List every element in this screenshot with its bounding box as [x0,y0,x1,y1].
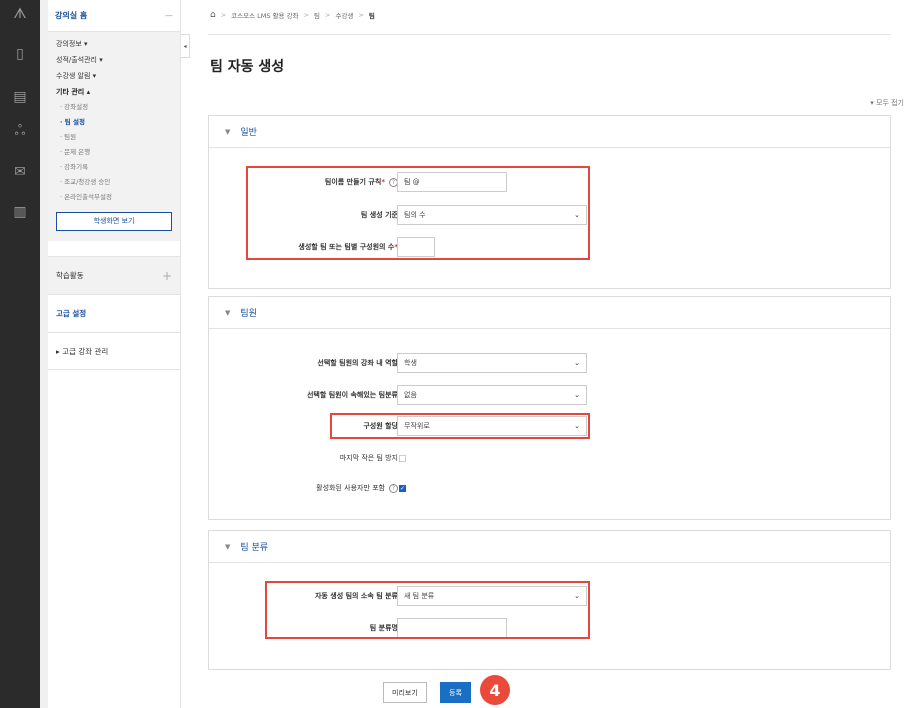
course-sidebar: 강의실 홈 — 강의정보 ▾ 성적/출석관리 ▾ 수강생 알림 ▾ 기타 관리 … [48,0,181,708]
sidebar-sub-course-log[interactable]: · 강좌기록 [48,160,180,175]
advanced-course-management[interactable]: ▸ 고급 강좌 관리 [48,332,180,370]
active-only-checkbox[interactable]: ✓ [399,484,406,492]
highlight-box [246,166,590,260]
role-row: 선택할 팀원의 강좌 내 역할 학생 ⌄ [209,352,892,374]
advanced-settings-link[interactable]: 고급 설정 [48,294,180,332]
members-section: ▼ 팀원 선택할 팀원의 강좌 내 역할 학생 ⌄ 선택할 팀원이 속해있는 팀분… [208,296,891,520]
chevron-down-icon: ▼ [225,127,231,136]
grouping-section: ▼ 팀 분류 자동 생성 팀의 소속 팀 분류 새 팀 분류 ⌄ 팀 분류명 [208,530,891,670]
preview-button[interactable]: 미리보기 [383,682,427,703]
sidebar-sub-attendance-settings[interactable]: · 온라인출석부설정 [48,190,180,205]
icon-navigation-bar: ᗑ ▯ ▤ ஃ ✉ ▥ [0,0,40,708]
general-section: ▼ 일반 팀이름 만들기 규칙*? 팀 @ 팀 생성 기준 팀의 수 ⌄ 생성할 … [208,115,891,289]
mail-icon[interactable]: ✉ [0,160,40,184]
page-title: 팀 자동 생성 [210,59,285,75]
grouping-heading: 팀 분류 [240,543,269,553]
sidebar-item-other-management[interactable]: 기타 관리 ▴ [48,84,180,100]
breadcrumb-current: 팀 [368,12,375,20]
sidebar-item-grades[interactable]: 성적/출석관리 ▾ [48,52,180,68]
chevron-down-icon: ▼ [225,542,231,551]
highlight-box [330,413,590,439]
chevron-down-icon: ⌄ [574,359,580,367]
breadcrumb-divider [208,34,891,35]
sidebar-collapse-tab[interactable]: ◂ [181,34,190,58]
breadcrumb-item[interactable]: 수강생 [335,10,353,20]
home-icon[interactable]: ⌂ [210,10,216,20]
general-heading: 일반 [240,128,257,138]
prevent-small-label: 마지막 작은 팀 방지 [339,454,398,462]
members-section-header[interactable]: ▼ 팀원 [209,297,890,329]
sidebar-item-notifications[interactable]: 수강생 알림 ▾ [48,68,180,84]
board-icon[interactable]: ▤ [0,85,40,109]
breadcrumb: ⌂ > 코스모스 LMS 활용 강좌 > 팀 > 수강생 > 팀 [210,10,375,20]
chevron-down-icon: ▼ [225,308,231,317]
role-label: 선택할 팀원의 강좌 내 역할 [317,359,398,367]
course-home-label: 강의실 홈 [55,11,88,20]
sidebar-menu: 강의정보 ▾ 성적/출석관리 ▾ 수강생 알림 ▾ 기타 관리 ▴ · 강좌설정… [48,32,180,241]
active-only-row: 활성화된 사용자만 포함? ✓ [209,477,892,499]
general-section-header[interactable]: ▼ 일반 [209,116,890,148]
notebook-icon[interactable]: ▯ [0,42,40,66]
users-icon[interactable]: ᗑ [0,2,40,26]
left-strip [40,0,48,708]
book-icon[interactable]: ▥ [0,200,40,224]
breadcrumb-item[interactable]: 팀 [314,10,320,20]
sidebar-sub-team-members[interactable]: · 팀원 [48,130,180,145]
submit-button[interactable]: 등록 [440,682,471,703]
sidebar-sub-team-settings[interactable]: · 팀 설정 [48,115,180,130]
step-badge: 4 [480,675,510,705]
role-select[interactable]: 학생 ⌄ [397,353,587,373]
prevent-small-row: 마지막 작은 팀 방지 [209,447,892,469]
student-view-button[interactable]: 학생화면 보기 [56,212,172,231]
breadcrumb-item[interactable]: 코스모스 LMS 활용 강좌 [231,10,298,20]
members-heading: 팀원 [240,309,257,319]
grouping-section-header[interactable]: ▼ 팀 분류 [209,531,890,563]
learning-activity-section[interactable]: 학습활동 + [48,256,180,294]
sidebar-sub-ta-approval[interactable]: · 조교/청강생 승인 [48,175,180,190]
highlight-box [265,581,590,639]
course-home-link[interactable]: 강의실 홈 — [48,0,180,32]
grouping-row: 선택할 팀원이 속해있는 팀분류 없음 ⌄ [209,384,892,406]
sidebar-sub-question-bank[interactable]: · 문제 은행 [48,145,180,160]
help-icon[interactable]: ? [389,484,398,493]
chevron-down-icon: ⌄ [574,391,580,399]
minimize-icon[interactable]: — [165,11,173,20]
main-content: ⌂ > 코스모스 LMS 활용 강좌 > 팀 > 수강생 > 팀 팀 자동 생성… [190,0,914,708]
grouping-label: 선택할 팀원이 속해있는 팀분류 [306,391,398,399]
learning-activity-label: 학습활동 [56,271,84,280]
plus-icon[interactable]: + [162,269,172,283]
people-icon[interactable]: ஃ [0,120,40,144]
collapse-all-link[interactable]: ▾ 모두 접기 [870,98,904,108]
grouping-select[interactable]: 없음 ⌄ [397,385,587,405]
prevent-small-checkbox[interactable] [399,454,406,462]
sidebar-sub-course-settings[interactable]: · 강좌설정 [48,100,180,115]
sidebar-item-course-info[interactable]: 강의정보 ▾ [48,36,180,52]
active-only-label: 활성화된 사용자만 포함? [316,483,398,493]
